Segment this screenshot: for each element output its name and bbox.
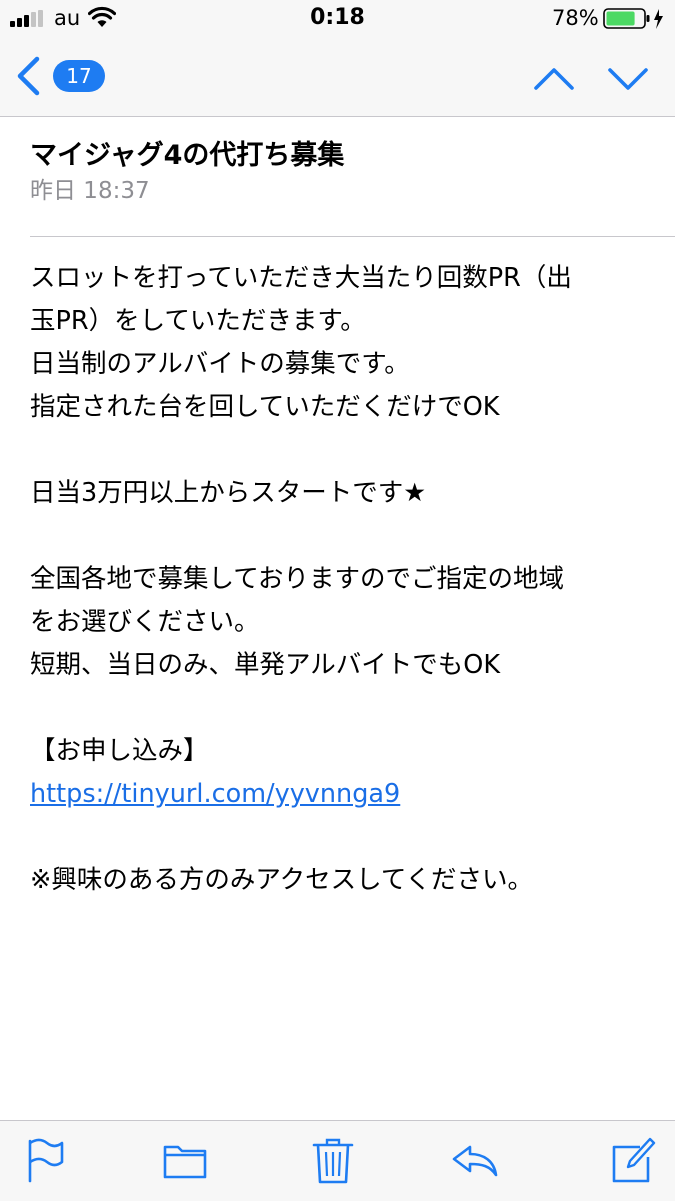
next-message-button[interactable] <box>604 60 652 96</box>
charging-bolt-icon <box>654 9 663 29</box>
header-divider <box>30 236 675 237</box>
navigation-bar: 17 <box>0 38 675 117</box>
battery-icon <box>603 8 663 29</box>
bottom-toolbar <box>0 1120 675 1201</box>
status-bar: au 0:18 78% <box>0 0 675 38</box>
message-body: スロットを打っていただき大当たり回数PR（出 玉PR）をしていただきます。 日当… <box>30 257 660 902</box>
reply-icon[interactable] <box>452 1135 498 1185</box>
battery-level-fill <box>606 11 635 26</box>
chevron-left-icon <box>17 56 40 96</box>
chevron-down-icon <box>608 68 648 90</box>
body-line-link-row: https://tinyurl.com/yyvnnga9 <box>30 773 660 816</box>
body-line: スロットを打っていただき大当たり回数PR（出 <box>30 263 572 293</box>
back-to-inbox-button[interactable]: 17 <box>10 52 105 100</box>
body-line: 日当3万円以上からスタートです★ <box>30 478 427 508</box>
flag-icon[interactable] <box>22 1135 68 1185</box>
previous-message-button[interactable] <box>530 60 578 96</box>
body-line: 短期、当日のみ、単発アルバイトでもOK <box>30 650 501 680</box>
chevron-up-icon <box>534 68 574 90</box>
message-timestamp: 昨日 18:37 <box>30 178 150 204</box>
trash-icon[interactable] <box>310 1135 356 1185</box>
battery-percent: 78% <box>552 6 599 30</box>
body-line: 玉PR）をしていただきます。 <box>30 306 366 336</box>
body-line: 指定された台を回していただくだけでOK <box>30 392 500 422</box>
compose-icon[interactable] <box>610 1135 656 1185</box>
signup-link[interactable]: https://tinyurl.com/yyvnnga9 <box>30 779 400 809</box>
body-line: をお選びください。 <box>30 607 260 637</box>
body-line: ※興味のある方のみアクセスしてください。 <box>30 865 534 895</box>
body-line: 全国各地で募集しておりますのでご指定の地域 <box>30 564 564 594</box>
unread-count-badge: 17 <box>53 60 105 92</box>
body-line: 【お申し込み】 <box>30 736 209 766</box>
folder-icon[interactable] <box>162 1135 208 1185</box>
body-line: 日当制のアルバイトの募集です。 <box>30 349 410 379</box>
message-subject: マイジャグ4の代打ち募集 <box>30 140 345 171</box>
